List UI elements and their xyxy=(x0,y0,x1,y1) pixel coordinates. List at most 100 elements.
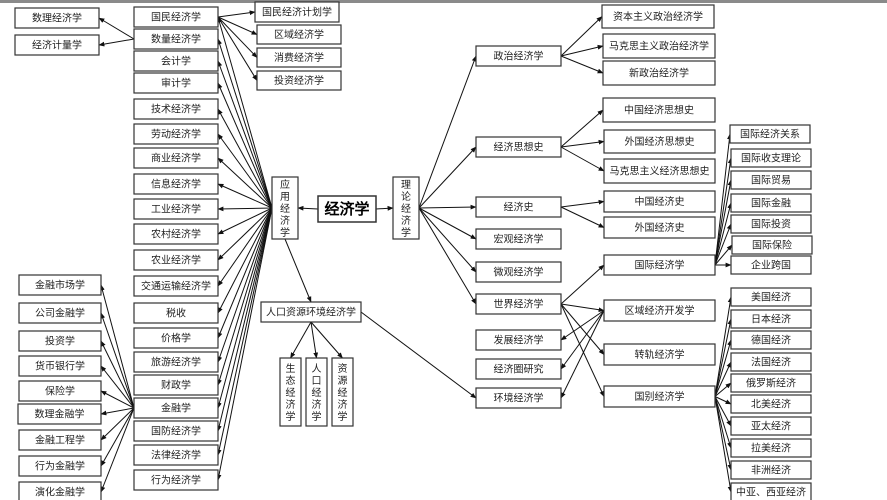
node-shengtai: 生态经济学 xyxy=(279,357,302,427)
node-guobie: 国别经济学 xyxy=(603,385,716,408)
node-label: 农业经济学 xyxy=(151,254,201,267)
node-label: 数理金融学 xyxy=(35,408,85,421)
node-label: 区域经济开发学 xyxy=(625,304,695,317)
node-label: 数量经济学 xyxy=(151,33,201,46)
edge-sixiang-to-mksx xyxy=(560,146,605,172)
node-f2: 公司金融学 xyxy=(18,302,102,324)
node-g5: 国际投资 xyxy=(730,214,812,234)
node-laodong: 劳动经济学 xyxy=(133,123,219,145)
edge-jjshi-to-wgjjs xyxy=(560,206,605,228)
node-label: 马克思主义政治经济学 xyxy=(609,40,709,53)
node-f7: 金融工程学 xyxy=(18,429,102,451)
node-label: 金融市场学 xyxy=(35,279,85,292)
node-label: 亚太经济 xyxy=(751,420,791,433)
node-label: 日本经济 xyxy=(751,313,791,326)
node-label: 应用经济学 xyxy=(280,178,290,239)
node-label: 德国经济 xyxy=(751,334,791,347)
node-label: 国际金融 xyxy=(751,197,791,210)
node-f3: 投资学 xyxy=(18,330,102,352)
node-label: 发展经济学 xyxy=(494,334,544,347)
node-label: 行为金融学 xyxy=(35,460,85,473)
node-label: 保险学 xyxy=(45,385,75,398)
edge-sixiang-to-zgsx xyxy=(560,109,604,148)
edge-quyukf-to-huanjing xyxy=(560,310,605,399)
node-label: 法国经济 xyxy=(751,356,791,369)
edge-jinrong-to-f1 xyxy=(100,284,135,409)
node-jihua: 国民经济计划学 xyxy=(254,1,340,23)
edge-jinrong-to-f3 xyxy=(100,340,135,409)
node-g7: 企业跨国 xyxy=(730,255,812,275)
node-c1: 美国经济 xyxy=(730,287,812,307)
node-f6: 数理金融学 xyxy=(17,403,102,425)
node-c6: 北美经济 xyxy=(730,394,812,414)
node-label: 价格学 xyxy=(161,332,191,345)
node-label: 中国经济思想史 xyxy=(624,104,694,117)
node-guoji: 国际经济学 xyxy=(603,254,716,276)
node-label: 经济学 xyxy=(324,200,369,218)
node-wgjjs: 外国经济史 xyxy=(603,216,716,239)
node-label: 行为经济学 xyxy=(151,474,201,487)
economics-discipline-tree: 经济学 应用经济学 理论经济学 国民经济学数量经济学会计学审计学技术经济学劳动经济学商… xyxy=(14,1,813,500)
node-quan: 经济圈研究 xyxy=(475,358,562,380)
node-nongye: 农业经济学 xyxy=(133,249,219,271)
node-label: 法律经济学 xyxy=(151,449,201,462)
node-label: 国防经济学 xyxy=(151,425,201,438)
edge-quyukf-to-quan xyxy=(560,310,605,370)
node-c4: 法国经济 xyxy=(730,352,812,372)
node-shenji: 审计学 xyxy=(133,72,219,94)
node-label: 国别经济学 xyxy=(635,390,685,403)
node-zgsx: 中国经济思想史 xyxy=(602,97,716,123)
node-label: 审计学 xyxy=(161,77,191,90)
node-caizheng: 财政学 xyxy=(133,374,219,396)
edge-renkou-to-huanjing xyxy=(360,311,477,399)
node-xiaofei: 消费经济学 xyxy=(256,47,342,68)
node-label: 国际保险 xyxy=(752,239,792,252)
node-zhengzhi: 政治经济学 xyxy=(475,45,562,67)
node-label: 交通运输经济学 xyxy=(141,280,211,293)
node-shijie: 世界经济学 xyxy=(475,293,562,315)
node-c9: 非洲经济 xyxy=(730,460,812,480)
node-f9: 演化金融学 xyxy=(18,481,102,500)
edge-zhengzhi-to-makezz xyxy=(560,44,604,57)
node-label: 俄罗斯经济 xyxy=(746,377,796,390)
node-jinrong: 金融学 xyxy=(133,397,219,419)
node-nongcun: 农村经济学 xyxy=(133,223,219,245)
node-g2: 国际收支理论 xyxy=(730,148,812,168)
node-label: 财政学 xyxy=(161,379,191,392)
edge-shijie-to-quyukf xyxy=(560,303,605,313)
node-label: 国际经济关系 xyxy=(740,128,800,141)
node-label: 演化金融学 xyxy=(35,486,85,499)
node-label: 资源经济学 xyxy=(338,363,348,423)
node-c3: 德国经济 xyxy=(730,330,812,350)
node-label: 国际收支理论 xyxy=(741,152,801,165)
edge-jinrong-to-f4 xyxy=(100,365,135,409)
edge-sixiang-to-wgsx xyxy=(560,139,605,148)
node-gongye: 工业经济学 xyxy=(133,198,219,220)
node-label: 货币银行学 xyxy=(35,360,85,373)
node-label: 世界经济学 xyxy=(494,298,544,311)
node-label: 马克思主义经济思想史 xyxy=(610,165,710,178)
node-label: 人口资源环境经济学 xyxy=(266,306,356,319)
node-label: 税收 xyxy=(166,307,186,320)
edge-jjshi-to-zgjjs xyxy=(560,199,605,208)
node-hongguan: 宏观经济学 xyxy=(475,228,562,250)
node-c5: 俄罗斯经济 xyxy=(730,373,812,393)
node-c7: 亚太经济 xyxy=(730,416,812,436)
node-label: 国民经济学 xyxy=(151,11,201,24)
node-huanjing: 环境经济学 xyxy=(475,387,562,409)
node-label: 资本主义政治经济学 xyxy=(613,10,703,23)
node-touzi1: 投资经济学 xyxy=(256,70,342,91)
node-g4: 国际金融 xyxy=(730,193,812,213)
edge-applied-to-xingwei xyxy=(216,207,273,481)
edge-theory-to-shijie xyxy=(418,207,477,305)
node-label: 区域经济学 xyxy=(274,28,324,41)
node-label: 经济圈研究 xyxy=(494,363,544,376)
node-jiage: 价格学 xyxy=(133,327,219,349)
node-f4: 货币银行学 xyxy=(18,355,102,377)
node-label: 非洲经济 xyxy=(751,464,791,477)
node-label: 公司金融学 xyxy=(35,307,85,320)
edge-jinrong-to-f9 xyxy=(100,407,135,493)
node-label: 中国经济史 xyxy=(635,195,685,208)
edge-jinrong-to-f8 xyxy=(100,407,135,467)
node-label: 国际经济学 xyxy=(635,259,685,272)
